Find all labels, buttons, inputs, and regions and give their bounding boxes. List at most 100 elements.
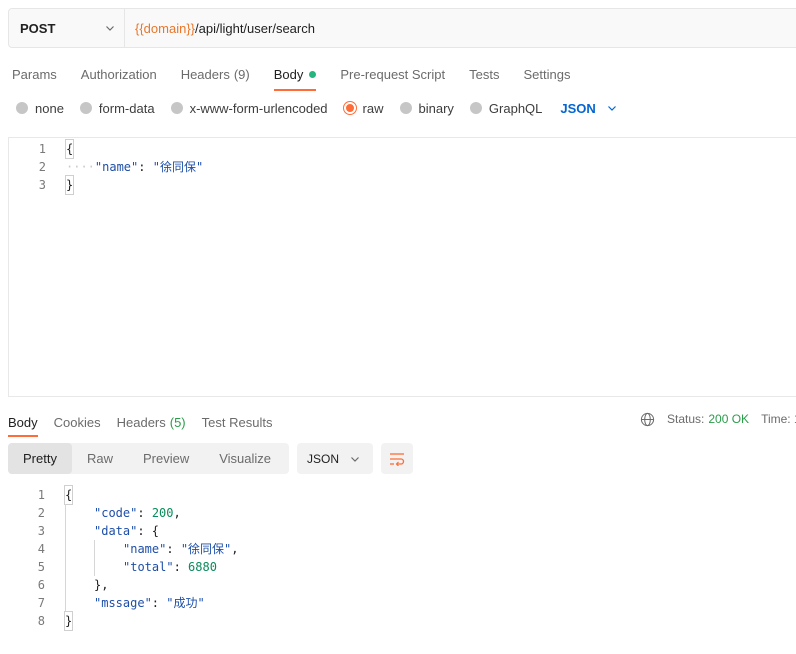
- tab-params[interactable]: Params: [12, 63, 57, 85]
- response-tabs: Body Cookies Headers (5) Test Results: [8, 411, 288, 437]
- radio-circle: [170, 102, 183, 114]
- headers-count: (9): [233, 66, 250, 82]
- response-tab-headers[interactable]: Headers (5): [117, 411, 186, 433]
- view-raw-button[interactable]: Raw: [72, 443, 128, 474]
- radio-none[interactable]: none: [16, 101, 64, 116]
- line-number: 7: [37, 596, 45, 610]
- response-status: Status: 200 OK Time: 1: [640, 411, 796, 427]
- response-tab-cookies[interactable]: Cookies: [54, 411, 101, 433]
- tab-tests[interactable]: Tests: [469, 63, 499, 85]
- line-number: 8: [37, 614, 45, 628]
- json-value: 6880: [188, 560, 217, 574]
- json-key: "mssage": [94, 596, 152, 610]
- close-brace: }: [63, 611, 74, 631]
- chevron-down-icon: [607, 106, 616, 111]
- code-line: 8 }: [8, 611, 239, 631]
- tab-label: Authorization: [80, 66, 157, 82]
- wrap-lines-icon: [390, 452, 405, 466]
- radio-x-www-form-urlencoded[interactable]: x-www-form-urlencoded: [170, 100, 328, 116]
- json-key: "total": [123, 560, 174, 574]
- json-key: "name": [94, 160, 139, 174]
- line-number: 6: [37, 578, 45, 592]
- tab-label: Tests: [469, 66, 500, 82]
- radio-circle: [16, 102, 28, 114]
- url-variable: {{domain}}: [135, 20, 196, 36]
- code-line: 5 "total": 6880: [8, 558, 239, 576]
- chevron-down-icon: [106, 26, 114, 31]
- radio-graphql[interactable]: GraphQL: [469, 100, 543, 116]
- tab-authorization[interactable]: Authorization: [81, 63, 157, 85]
- method-label: POST: [20, 20, 56, 36]
- code-line: 2 "code": 200,: [8, 504, 239, 522]
- request-tabs: Params Authorization Headers (9) Body Pre…: [12, 63, 594, 91]
- json-key: "data": [94, 524, 138, 538]
- tab-label: Cookies: [53, 414, 101, 430]
- request-url-bar: POST {{domain}}/api/light/user/search: [8, 8, 796, 48]
- view-visualize-button[interactable]: Visualize: [204, 443, 286, 474]
- radio-form-data[interactable]: form-data: [79, 100, 155, 116]
- open-brace: {: [63, 485, 74, 505]
- wrap-lines-button[interactable]: [381, 443, 413, 474]
- tab-label: Test Results: [201, 414, 273, 430]
- radio-label: form-data: [98, 100, 155, 116]
- radio-circle: [79, 102, 92, 114]
- tab-headers[interactable]: Headers (9): [181, 63, 250, 85]
- view-preview-button[interactable]: Preview: [128, 443, 204, 474]
- line-number: 3: [38, 178, 46, 192]
- radio-label: none: [35, 100, 64, 116]
- radio-circle: [399, 102, 412, 114]
- radio-label: GraphQL: [488, 100, 543, 116]
- line-number: 4: [37, 542, 45, 556]
- code-line: 7 "mssage": "成功": [8, 594, 239, 612]
- json-value: 200: [151, 506, 174, 520]
- radio-label: raw: [362, 100, 384, 116]
- code-line: 4 "name": "徐同保",: [8, 540, 239, 558]
- radio-binary[interactable]: binary: [399, 100, 454, 116]
- line-number: 5: [37, 560, 45, 574]
- response-format-select[interactable]: JSON: [297, 443, 373, 474]
- tab-label: Params: [12, 66, 57, 82]
- radio-raw[interactable]: raw: [343, 100, 384, 116]
- language-select[interactable]: JSON: [560, 101, 617, 116]
- json-value: "成功": [166, 596, 205, 610]
- tab-label: Pre-request Script: [340, 66, 446, 82]
- line-number: 1: [37, 488, 45, 502]
- line-number: 2: [37, 506, 45, 520]
- radio-circle-selected: [343, 102, 356, 114]
- status-label: Status:: [667, 412, 705, 426]
- response-body-viewer[interactable]: 1 { 2 "code": 200, 3 "data": { 4 "name":…: [8, 485, 239, 631]
- radio-circle: [469, 102, 482, 114]
- open-brace: {: [64, 139, 75, 159]
- code-line: 1 {: [9, 139, 796, 159]
- code-line: 1 {: [8, 485, 239, 505]
- line-number: 1: [38, 142, 46, 156]
- tab-body[interactable]: Body: [273, 63, 317, 91]
- tab-label: Body: [273, 66, 304, 82]
- url-input[interactable]: {{domain}}/api/light/user/search: [125, 21, 315, 36]
- headers-count: (5): [169, 414, 186, 430]
- time-label: Time: 1: [761, 412, 796, 426]
- status-value: 200 OK: [708, 412, 750, 426]
- code-line: 2 ···· "name" : "徐同保": [9, 158, 796, 176]
- method-select[interactable]: POST: [9, 9, 125, 47]
- radio-label: binary: [418, 100, 454, 116]
- radio-label: x-www-form-urlencoded: [189, 100, 328, 116]
- indent-whitespace: ····: [66, 160, 95, 174]
- tab-label: Body: [8, 414, 38, 430]
- tab-settings[interactable]: Settings: [523, 63, 570, 85]
- request-body-editor[interactable]: 1 { 2 ···· "name" : "徐同保" 3 }: [8, 137, 796, 397]
- response-tab-body[interactable]: Body: [8, 411, 38, 437]
- body-indicator-dot: [309, 70, 317, 78]
- json-colon: :: [138, 160, 153, 174]
- response-view-bar: Pretty Raw Preview Visualize JSON: [8, 443, 413, 474]
- chevron-down-icon: [351, 456, 359, 462]
- tab-label: Headers: [116, 414, 166, 430]
- code-line: 6 },: [8, 576, 239, 594]
- url-path: /api/light/user/search: [195, 20, 315, 36]
- close-brace: },: [94, 578, 109, 592]
- view-pretty-button[interactable]: Pretty: [8, 443, 72, 474]
- response-tab-test-results[interactable]: Test Results: [202, 411, 273, 433]
- json-key: "code": [94, 506, 138, 520]
- globe-icon[interactable]: [640, 412, 655, 427]
- tab-pre-request-script[interactable]: Pre-request Script: [340, 63, 445, 85]
